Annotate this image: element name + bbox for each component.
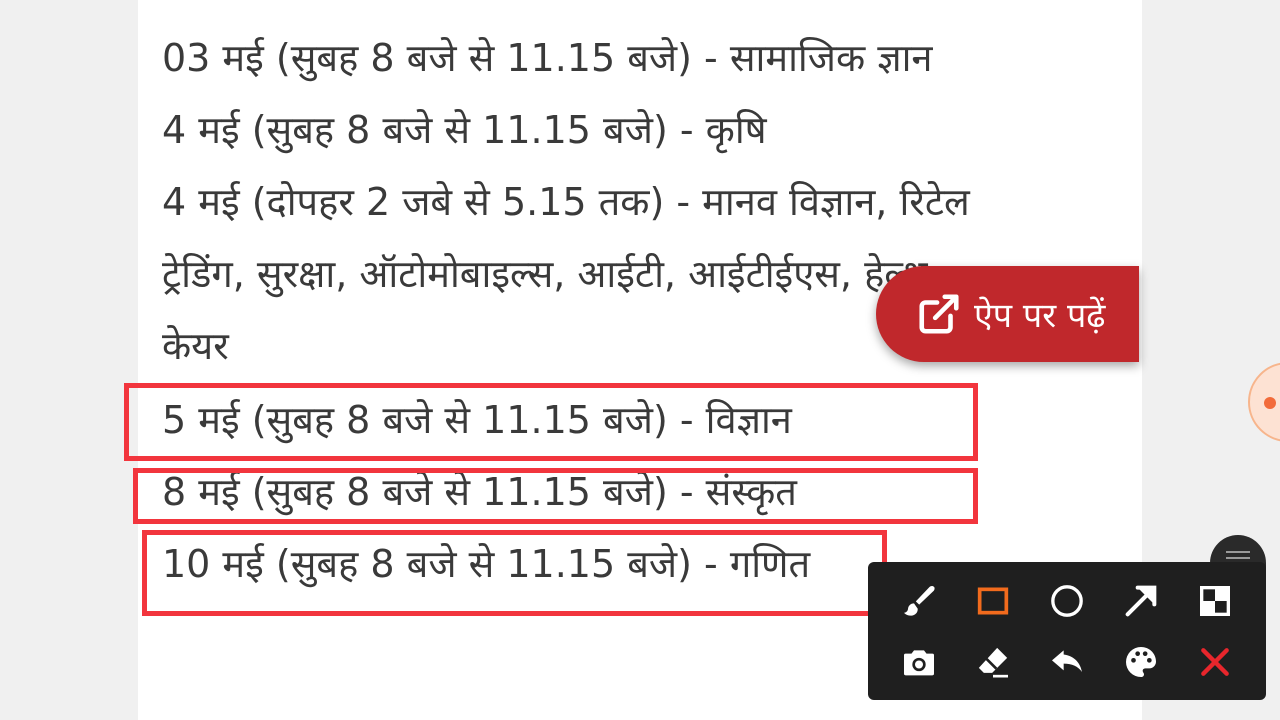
floating-bubble[interactable] (1248, 362, 1280, 442)
color-palette-button[interactable] (1117, 638, 1165, 686)
brush-icon (904, 585, 935, 616)
article-line: 4 मई (सुबह 8 बजे से 11.15 बजे) - कृषि (162, 108, 767, 152)
read-in-app-label: ऐप पर पढ़ें (974, 296, 1106, 336)
palette-icon (1126, 647, 1156, 677)
handle-line-icon (1226, 557, 1250, 559)
article-line: 03 मई (सुबह 8 बजे से 11.15 बजे) - सामाजि… (162, 36, 933, 80)
article-line: 4 मई (दोपहर 2 जबे से 5.15 तक) - मानव विज… (162, 180, 970, 224)
camera-icon (904, 650, 934, 676)
highlight-box (142, 530, 887, 616)
mosaic-icon (1200, 586, 1230, 616)
article-line: केयर (162, 324, 229, 368)
read-in-app-button[interactable]: ऐप पर पढ़ें (876, 266, 1139, 362)
article-line: ट्रेडिंग, सुरक्षा, ऑटोमोबाइल्स, आईटी, आई… (162, 252, 928, 296)
rectangle-icon (977, 587, 1009, 615)
external-link-icon (919, 294, 959, 334)
arrow-tool-button[interactable] (1117, 577, 1165, 625)
circle-icon (1051, 585, 1083, 617)
arrow-icon (1125, 585, 1157, 617)
rectangle-tool-button[interactable] (969, 577, 1017, 625)
highlight-box (133, 468, 978, 524)
undo-tool-button[interactable] (1043, 638, 1091, 686)
mosaic-tool-button[interactable] (1191, 577, 1239, 625)
close-icon (1201, 648, 1229, 676)
article-line-cut: — — — — — — — — — — — — — — — — — — — (162, 0, 1101, 18)
bubble-dot-icon (1264, 397, 1276, 409)
handle-line-icon (1226, 551, 1250, 553)
eraser-tool-button[interactable] (969, 638, 1017, 686)
screenshot-tool-button[interactable] (895, 638, 943, 686)
close-toolbar-button[interactable] (1191, 638, 1239, 686)
brush-tool-button[interactable] (895, 577, 943, 625)
eraser-icon (978, 647, 1008, 678)
circle-tool-button[interactable] (1043, 577, 1091, 625)
undo-icon (1052, 650, 1082, 672)
highlight-box (124, 383, 978, 461)
